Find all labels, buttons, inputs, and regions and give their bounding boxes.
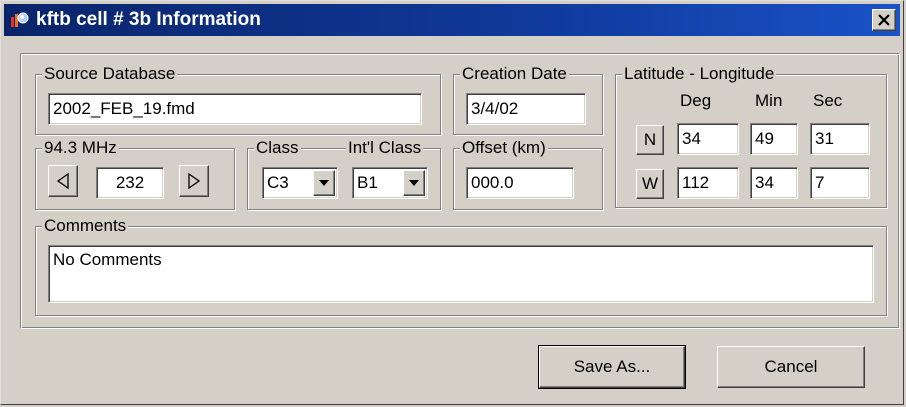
frequency-group: 94.3 MHz 232 bbox=[35, 138, 235, 210]
chevron-down-icon bbox=[409, 180, 419, 186]
class-group: Class Int'l Class C3 B1 bbox=[247, 138, 441, 210]
offset-field[interactable]: 000.0 bbox=[466, 167, 574, 199]
close-button[interactable] bbox=[872, 9, 896, 31]
chevron-down-icon bbox=[319, 180, 329, 186]
latitude-hemisphere-button[interactable]: N bbox=[636, 125, 664, 155]
antenna-tower-icon bbox=[11, 12, 29, 27]
latitude-seconds-field[interactable]: 31 bbox=[810, 123, 870, 155]
dialog-window: kftb cell # 3b Information Source Databa… bbox=[0, 0, 904, 405]
class-label: Class bbox=[254, 138, 301, 158]
comments-group: Comments No Comments bbox=[35, 216, 887, 316]
longitude-minutes-field[interactable]: 34 bbox=[750, 167, 798, 199]
intl-class-select[interactable]: B1 bbox=[352, 167, 428, 199]
class-value: C3 bbox=[267, 173, 289, 192]
window-title: kftb cell # 3b Information bbox=[36, 9, 261, 30]
latitude-minutes-field[interactable]: 49 bbox=[750, 123, 798, 155]
cancel-button[interactable]: Cancel bbox=[717, 346, 865, 388]
longitude-seconds-field[interactable]: 7 bbox=[810, 167, 870, 199]
source-database-label: Source Database bbox=[42, 64, 178, 84]
offset-group: Offset (km) 000.0 bbox=[453, 138, 603, 210]
comments-label: Comments bbox=[42, 216, 129, 236]
intl-class-value: B1 bbox=[357, 173, 378, 192]
intl-class-label: Int'l Class bbox=[346, 138, 424, 158]
latitude-longitude-label: Latitude - Longitude bbox=[622, 64, 777, 84]
frequency-label: 94.3 MHz bbox=[42, 138, 119, 158]
close-icon bbox=[878, 14, 890, 26]
creation-date-field[interactable]: 3/4/02 bbox=[466, 93, 586, 125]
deg-header: Deg bbox=[680, 91, 712, 110]
offset-label: Offset (km) bbox=[460, 138, 548, 158]
source-database-field[interactable]: 2002_FEB_19.fmd bbox=[48, 93, 422, 125]
min-header: Min bbox=[755, 91, 783, 110]
latitude-longitude-group: Latitude - Longitude Deg Min Sec N 34 49… bbox=[615, 64, 887, 208]
triangle-right-icon bbox=[188, 172, 201, 190]
next-channel-button[interactable] bbox=[179, 165, 209, 197]
intl-class-dropdown-button[interactable] bbox=[403, 170, 425, 196]
previous-channel-button[interactable] bbox=[48, 165, 78, 197]
class-dropdown-button[interactable] bbox=[313, 170, 335, 196]
information-panel: Source Database 2002_FEB_19.fmd Creation… bbox=[20, 53, 900, 329]
longitude-hemisphere-button[interactable]: W bbox=[636, 169, 664, 199]
creation-date-group: Creation Date 3/4/02 bbox=[453, 64, 603, 135]
longitude-degrees-field[interactable]: 112 bbox=[677, 167, 739, 199]
channel-field[interactable]: 232 bbox=[96, 167, 164, 199]
class-select[interactable]: C3 bbox=[262, 167, 338, 199]
save-as-button[interactable]: Save As... bbox=[538, 345, 686, 389]
comments-textarea[interactable]: No Comments bbox=[48, 245, 874, 303]
latitude-degrees-field[interactable]: 34 bbox=[677, 123, 739, 155]
title-bar[interactable]: kftb cell # 3b Information bbox=[4, 4, 900, 36]
triangle-left-icon bbox=[56, 172, 69, 190]
sec-header: Sec bbox=[813, 91, 843, 110]
creation-date-label: Creation Date bbox=[460, 64, 569, 84]
source-database-group: Source Database 2002_FEB_19.fmd bbox=[35, 64, 441, 135]
